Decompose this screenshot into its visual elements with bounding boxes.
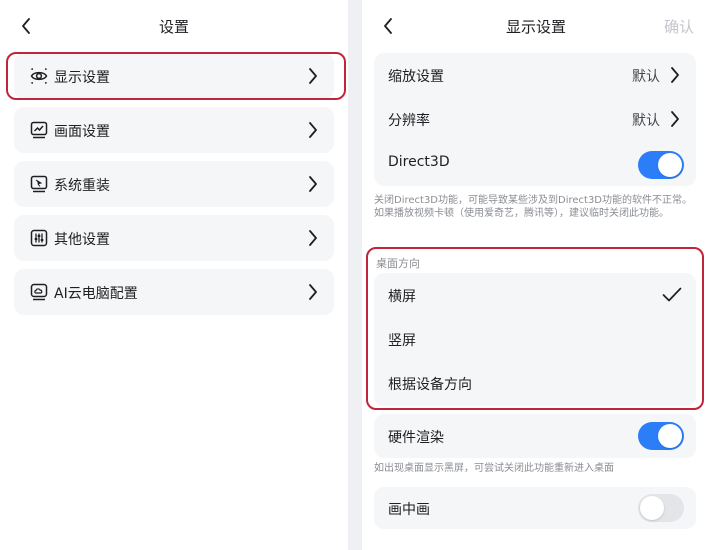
panel-divider [348, 0, 362, 550]
direct3d-toggle[interactable] [638, 151, 684, 179]
chevron-right-icon [309, 230, 317, 246]
highlight-box [6, 52, 346, 100]
menu-item-label: 画面设置 [54, 124, 110, 140]
display-settings-group: 缩放设置 默认 分辨率 默认 Direct3D [374, 53, 696, 186]
toggle-knob [658, 153, 682, 177]
hardware-render-row: 硬件渲染 [374, 414, 696, 458]
page-title: 设置 [158, 18, 189, 36]
resolution-value: 默认 [632, 113, 660, 129]
settings-header: 设置 [0, 0, 348, 52]
system-reinstall-icon [30, 175, 48, 193]
direct3d-label: Direct3D [388, 154, 450, 170]
menu-item-label: 其他设置 [54, 232, 110, 248]
chevron-right-icon [671, 111, 679, 127]
menu-item-system-reinstall[interactable]: 系统重装 [14, 161, 334, 207]
settings-screen: 设置 显示设置 画面设置 系统重装 其他设置 AI云电脑配置 [0, 0, 348, 550]
menu-item-other-settings[interactable]: 其他设置 [14, 215, 334, 261]
display-settings-header: 显示设置 确认 [362, 0, 710, 52]
zoom-settings-label: 缩放设置 [388, 69, 444, 85]
highlight-box [366, 247, 704, 410]
menu-item-picture-settings[interactable]: 画面设置 [14, 107, 334, 153]
zoom-settings-value: 默认 [632, 69, 660, 85]
pip-row: 画中画 [374, 487, 696, 529]
direct3d-row: Direct3D [374, 141, 696, 185]
resolution-label: 分辨率 [388, 113, 430, 129]
page-title: 显示设置 [505, 18, 566, 36]
back-icon[interactable] [14, 14, 38, 38]
back-icon[interactable] [376, 14, 400, 38]
toggle-knob [640, 496, 664, 520]
chevron-right-icon [309, 122, 317, 138]
zoom-settings-row[interactable]: 缩放设置 默认 [374, 53, 696, 97]
hardware-render-label: 硬件渲染 [388, 430, 444, 446]
toggle-knob [658, 424, 682, 448]
menu-item-label: AI云电脑配置 [54, 286, 138, 302]
resolution-row[interactable]: 分辨率 默认 [374, 97, 696, 141]
confirm-button[interactable]: 确认 [664, 16, 694, 37]
chevron-right-icon [671, 67, 679, 83]
pip-label: 画中画 [388, 502, 430, 518]
menu-item-label: 系统重装 [54, 178, 110, 194]
sliders-icon [30, 229, 48, 247]
chevron-right-icon [309, 284, 317, 300]
cloud-pc-icon [30, 283, 48, 301]
display-settings-screen: 显示设置 确认 缩放设置 默认 分辨率 默认 Direct3D 关闭Direct… [362, 0, 710, 550]
chart-icon [30, 121, 48, 139]
hardware-render-toggle[interactable] [638, 422, 684, 450]
chevron-right-icon [309, 176, 317, 192]
hardware-render-note: 如出现桌面显示黑屏，可尝试关闭此功能重新进入桌面 [374, 463, 614, 474]
direct3d-note: 关闭Direct3D功能，可能导致某些涉及到Direct3D功能的软件不正常。如… [374, 195, 693, 219]
pip-toggle[interactable] [638, 494, 684, 522]
menu-item-ai-cloud-pc[interactable]: AI云电脑配置 [14, 269, 334, 315]
